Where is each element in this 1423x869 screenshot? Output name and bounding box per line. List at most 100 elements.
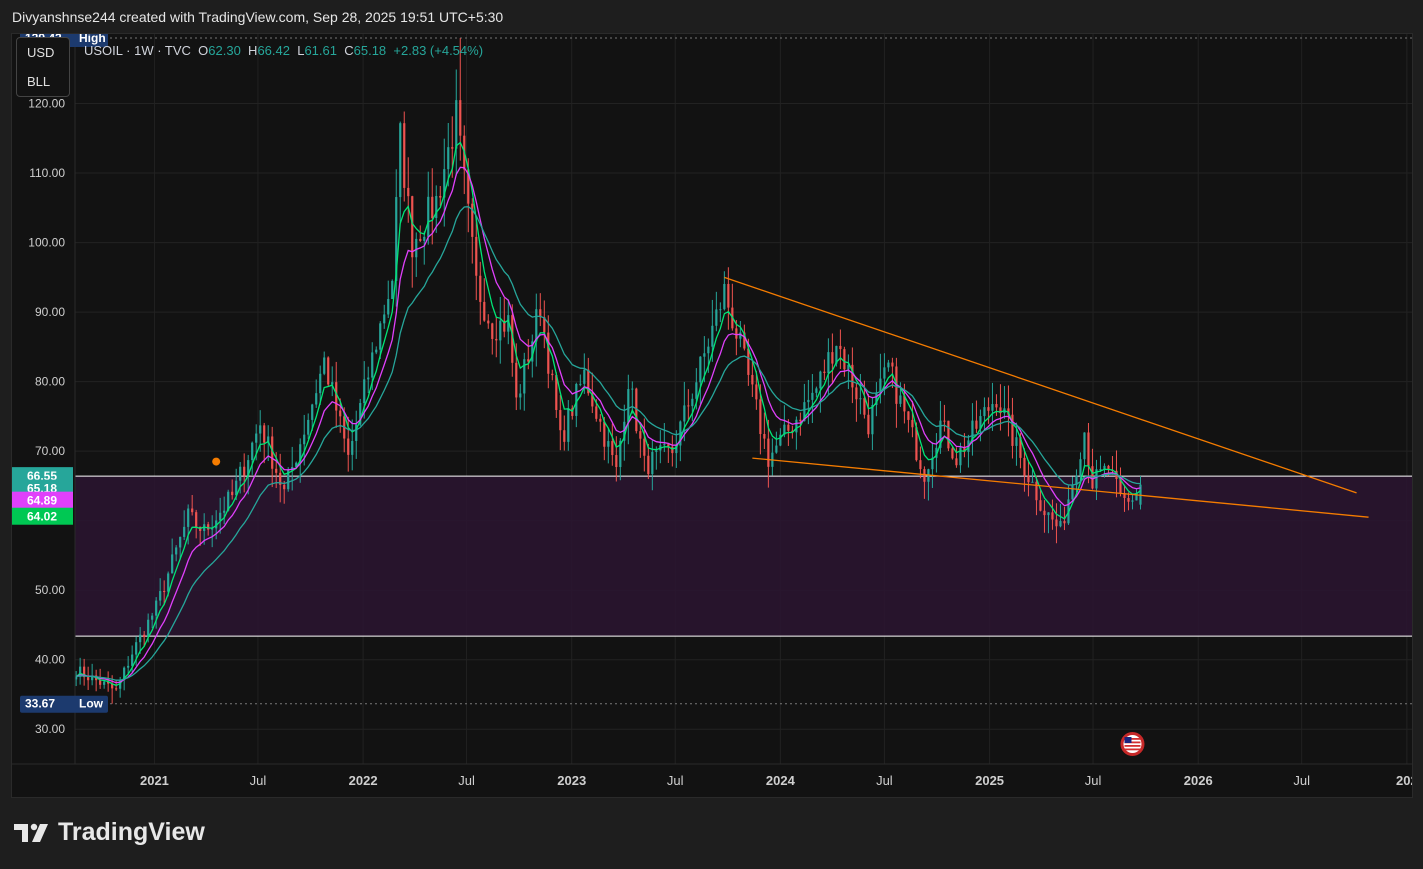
candle-body [887,362,890,368]
candle-body [399,123,402,198]
candle-body [763,433,766,439]
candle-body [819,371,822,389]
candle-body [843,349,846,370]
unit-label[interactable]: BLL [17,67,69,96]
x-tick-label: Jul [667,773,684,788]
candle-body [787,424,790,431]
candle-body [767,438,770,467]
x-tick-label: Jul [1293,773,1310,788]
candle-body [307,419,310,435]
candle-body [795,419,798,433]
candle-body [911,419,914,428]
candle-body [239,466,242,481]
x-tick-label: 2024 [766,773,796,788]
candle-body [371,352,374,378]
candle-body [455,100,458,149]
candle-body [339,410,342,417]
candle-body [159,591,162,601]
trendline [724,276,1357,494]
y-tick-label: 50.00 [35,583,65,597]
candle-body [115,688,118,690]
candle-body [1071,484,1074,500]
symbol-name[interactable]: USOIL · 1W · TVC [84,43,191,58]
candle-body [1031,481,1034,483]
candle-body [131,654,134,666]
candle-body [983,407,986,417]
candle-body [583,369,586,384]
candle-body [639,431,642,439]
low-value: 61.61 [304,43,337,58]
candle-body [867,414,870,435]
candle-body [1087,432,1090,467]
x-tick-label: Jul [876,773,893,788]
candle-body [195,512,198,527]
y-axis-panel [12,34,75,797]
candle-body [839,345,842,350]
candle-body [519,393,522,398]
candle-body [515,362,518,398]
candle-body [715,309,718,326]
x-tick-label: Jul [458,773,475,788]
currency-label[interactable]: USD [17,38,69,67]
candle-body [263,425,266,443]
candle-body [799,419,802,422]
y-tick-label: 40.00 [35,653,65,667]
price-tag: 64.89 [12,491,73,509]
x-tick-label: Jul [1085,773,1102,788]
candle-body [283,484,286,490]
candle-body [139,634,142,643]
y-tick-label: 110.00 [29,166,65,180]
candle-body [483,301,486,321]
candle-body [955,458,958,466]
candle-body [251,442,254,461]
candle-body [375,349,378,353]
low-badge-tag: Low [79,697,104,711]
candle-body [411,196,414,258]
candle-body [183,526,186,537]
candle-body [995,404,998,408]
candle-body [723,283,726,310]
candle-body [103,681,106,685]
candle-body [855,387,858,400]
candle-body [259,425,262,434]
candle-body [423,236,426,241]
candle-body [599,418,602,422]
candle-body [487,320,490,324]
candle-body [891,362,894,367]
candle-body [303,434,306,445]
candle-body [207,524,210,530]
candle-body [535,309,538,342]
candle-body [415,238,418,258]
candle-body [719,309,722,311]
candle-body [1103,465,1106,470]
candle-body [899,395,902,404]
open-value: 62.30 [208,43,241,58]
candle-body [699,356,702,383]
candle-body [163,591,166,593]
candle-body [383,314,386,324]
us-flag-icon [1120,732,1145,756]
candle-body [367,377,370,380]
candle-body [611,441,614,456]
candle-body [379,323,382,350]
candle-body [1051,512,1054,520]
candle-body [615,455,618,468]
candle-body [1047,512,1050,516]
candle-body [151,615,154,620]
unit-selector[interactable]: USD BLL [16,37,70,97]
candle-body [923,469,926,482]
candle-body [87,677,90,681]
candle-body [551,373,554,376]
brand-footer: TradingView [14,818,205,847]
candle-body [775,445,778,453]
candle-body [631,388,634,390]
chart-panel[interactable]: 30.0040.0050.0060.0070.0080.0090.00100.0… [11,33,1413,798]
brand-name: TradingView [58,818,205,846]
candle-body [695,382,698,399]
candle-body [391,280,394,300]
change-value: +2.83 (+4.54%) [393,43,484,58]
price-chart[interactable]: 30.0040.0050.0060.0070.0080.0090.00100.0… [12,34,1412,797]
candle-body [1079,459,1082,476]
candle-body [479,275,482,302]
x-tick-label: 2026 [1184,773,1213,788]
